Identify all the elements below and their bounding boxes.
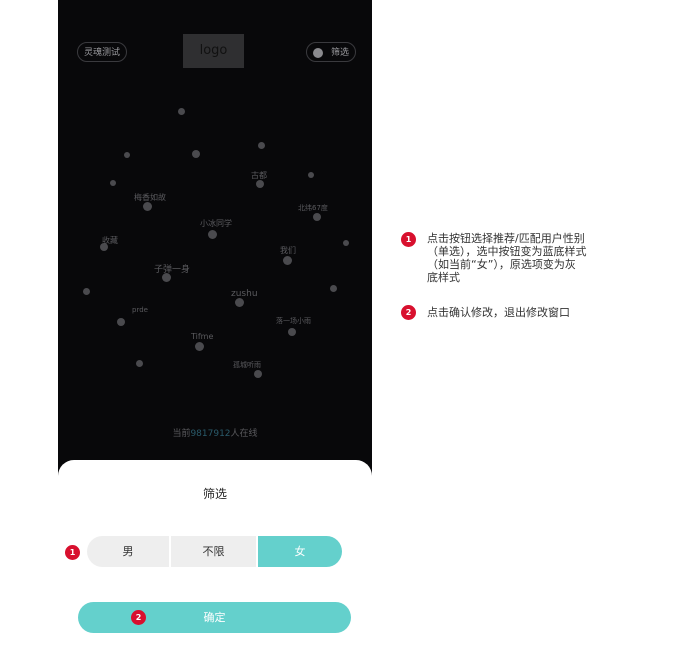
filter-button-label: 筛选 <box>331 48 350 58</box>
note-2: 点击确认修改，退出修改窗口 <box>427 306 570 319</box>
cloud-node[interactable] <box>110 180 116 186</box>
gender-option-male[interactable]: 男 <box>87 536 169 567</box>
soul-test-button[interactable]: 灵魂测试 <box>77 42 127 62</box>
note-1-line: （如当前“女”），原选项变为灰 <box>427 258 576 271</box>
online-number: 9817912 <box>190 429 231 439</box>
cloud-node[interactable] <box>143 202 152 211</box>
cloud-label[interactable]: 小冰同学 <box>200 218 232 229</box>
cloud-node[interactable] <box>195 342 204 351</box>
cloud-node[interactable] <box>288 328 296 336</box>
cloud-node[interactable] <box>330 285 337 292</box>
filter-toggle-icon <box>313 48 323 58</box>
logo: logo <box>183 34 244 68</box>
note-marker-1: 1 <box>401 232 416 247</box>
cloud-label[interactable]: 收藏 <box>102 235 118 246</box>
user-cloud: 子弹一身 zushu Tifme 小冰同学 古都 我们 梅香如故 收藏 prde… <box>58 80 372 410</box>
cloud-label[interactable]: Tifme <box>191 332 213 341</box>
cloud-label[interactable]: 孤城听雨 <box>233 360 261 370</box>
cloud-label[interactable]: 落一场小雨 <box>276 316 311 326</box>
cloud-label[interactable]: 子弹一身 <box>154 262 190 275</box>
filter-button[interactable]: 筛选 <box>306 42 356 62</box>
cloud-node[interactable] <box>308 172 314 178</box>
cloud-node[interactable] <box>258 142 265 149</box>
annotation-marker-1: 1 <box>65 545 80 560</box>
cloud-node[interactable] <box>136 360 143 367</box>
annotation-marker-2: 2 <box>131 610 146 625</box>
cloud-node[interactable] <box>256 180 264 188</box>
cloud-node[interactable] <box>124 152 130 158</box>
cloud-label[interactable]: zushu <box>231 289 258 299</box>
sheet-title: 筛选 <box>202 487 227 501</box>
gender-option-female[interactable]: 女 <box>258 536 342 567</box>
cloud-node[interactable] <box>208 230 217 239</box>
note-1: 点击按钮选择推荐/匹配用户性别 （单选），选中按钮变为蓝底样式 （如当前“女”）… <box>427 232 617 284</box>
note-marker-2: 2 <box>401 305 416 320</box>
note-1-line: 底样式 <box>427 271 460 284</box>
cloud-label[interactable]: 北纬67度 <box>298 203 328 213</box>
cloud-node[interactable] <box>343 240 349 246</box>
cloud-label[interactable]: 古都 <box>251 170 267 181</box>
cloud-label[interactable]: 梅香如故 <box>134 192 166 203</box>
phone-screen: 灵魂测试 logo 筛选 子弹一身 zushu Tifme 小冰同学 古都 我们… <box>58 0 372 657</box>
cloud-label[interactable]: prde <box>132 306 148 314</box>
cloud-node[interactable] <box>117 318 125 326</box>
note-1-line: 点击按钮选择推荐/匹配用户性别 <box>427 232 585 245</box>
online-suffix: 人在线 <box>230 429 258 439</box>
online-prefix: 当前 <box>172 429 191 439</box>
gender-option-any[interactable]: 不限 <box>171 536 256 567</box>
cloud-label[interactable]: 我们 <box>280 245 296 256</box>
cloud-node[interactable] <box>83 288 90 295</box>
cloud-node[interactable] <box>192 150 200 158</box>
cloud-node[interactable] <box>254 370 262 378</box>
cloud-node[interactable] <box>313 213 321 221</box>
note-1-line: （单选），选中按钮变为蓝底样式 <box>427 245 587 258</box>
cloud-node[interactable] <box>283 256 292 265</box>
cloud-node[interactable] <box>235 298 244 307</box>
confirm-button[interactable]: 确定 <box>78 602 351 633</box>
cloud-node[interactable] <box>178 108 185 115</box>
filter-sheet: 筛选 男 不限 女 确定 <box>58 460 372 657</box>
online-count: 当前9817912人在线 <box>58 426 372 439</box>
